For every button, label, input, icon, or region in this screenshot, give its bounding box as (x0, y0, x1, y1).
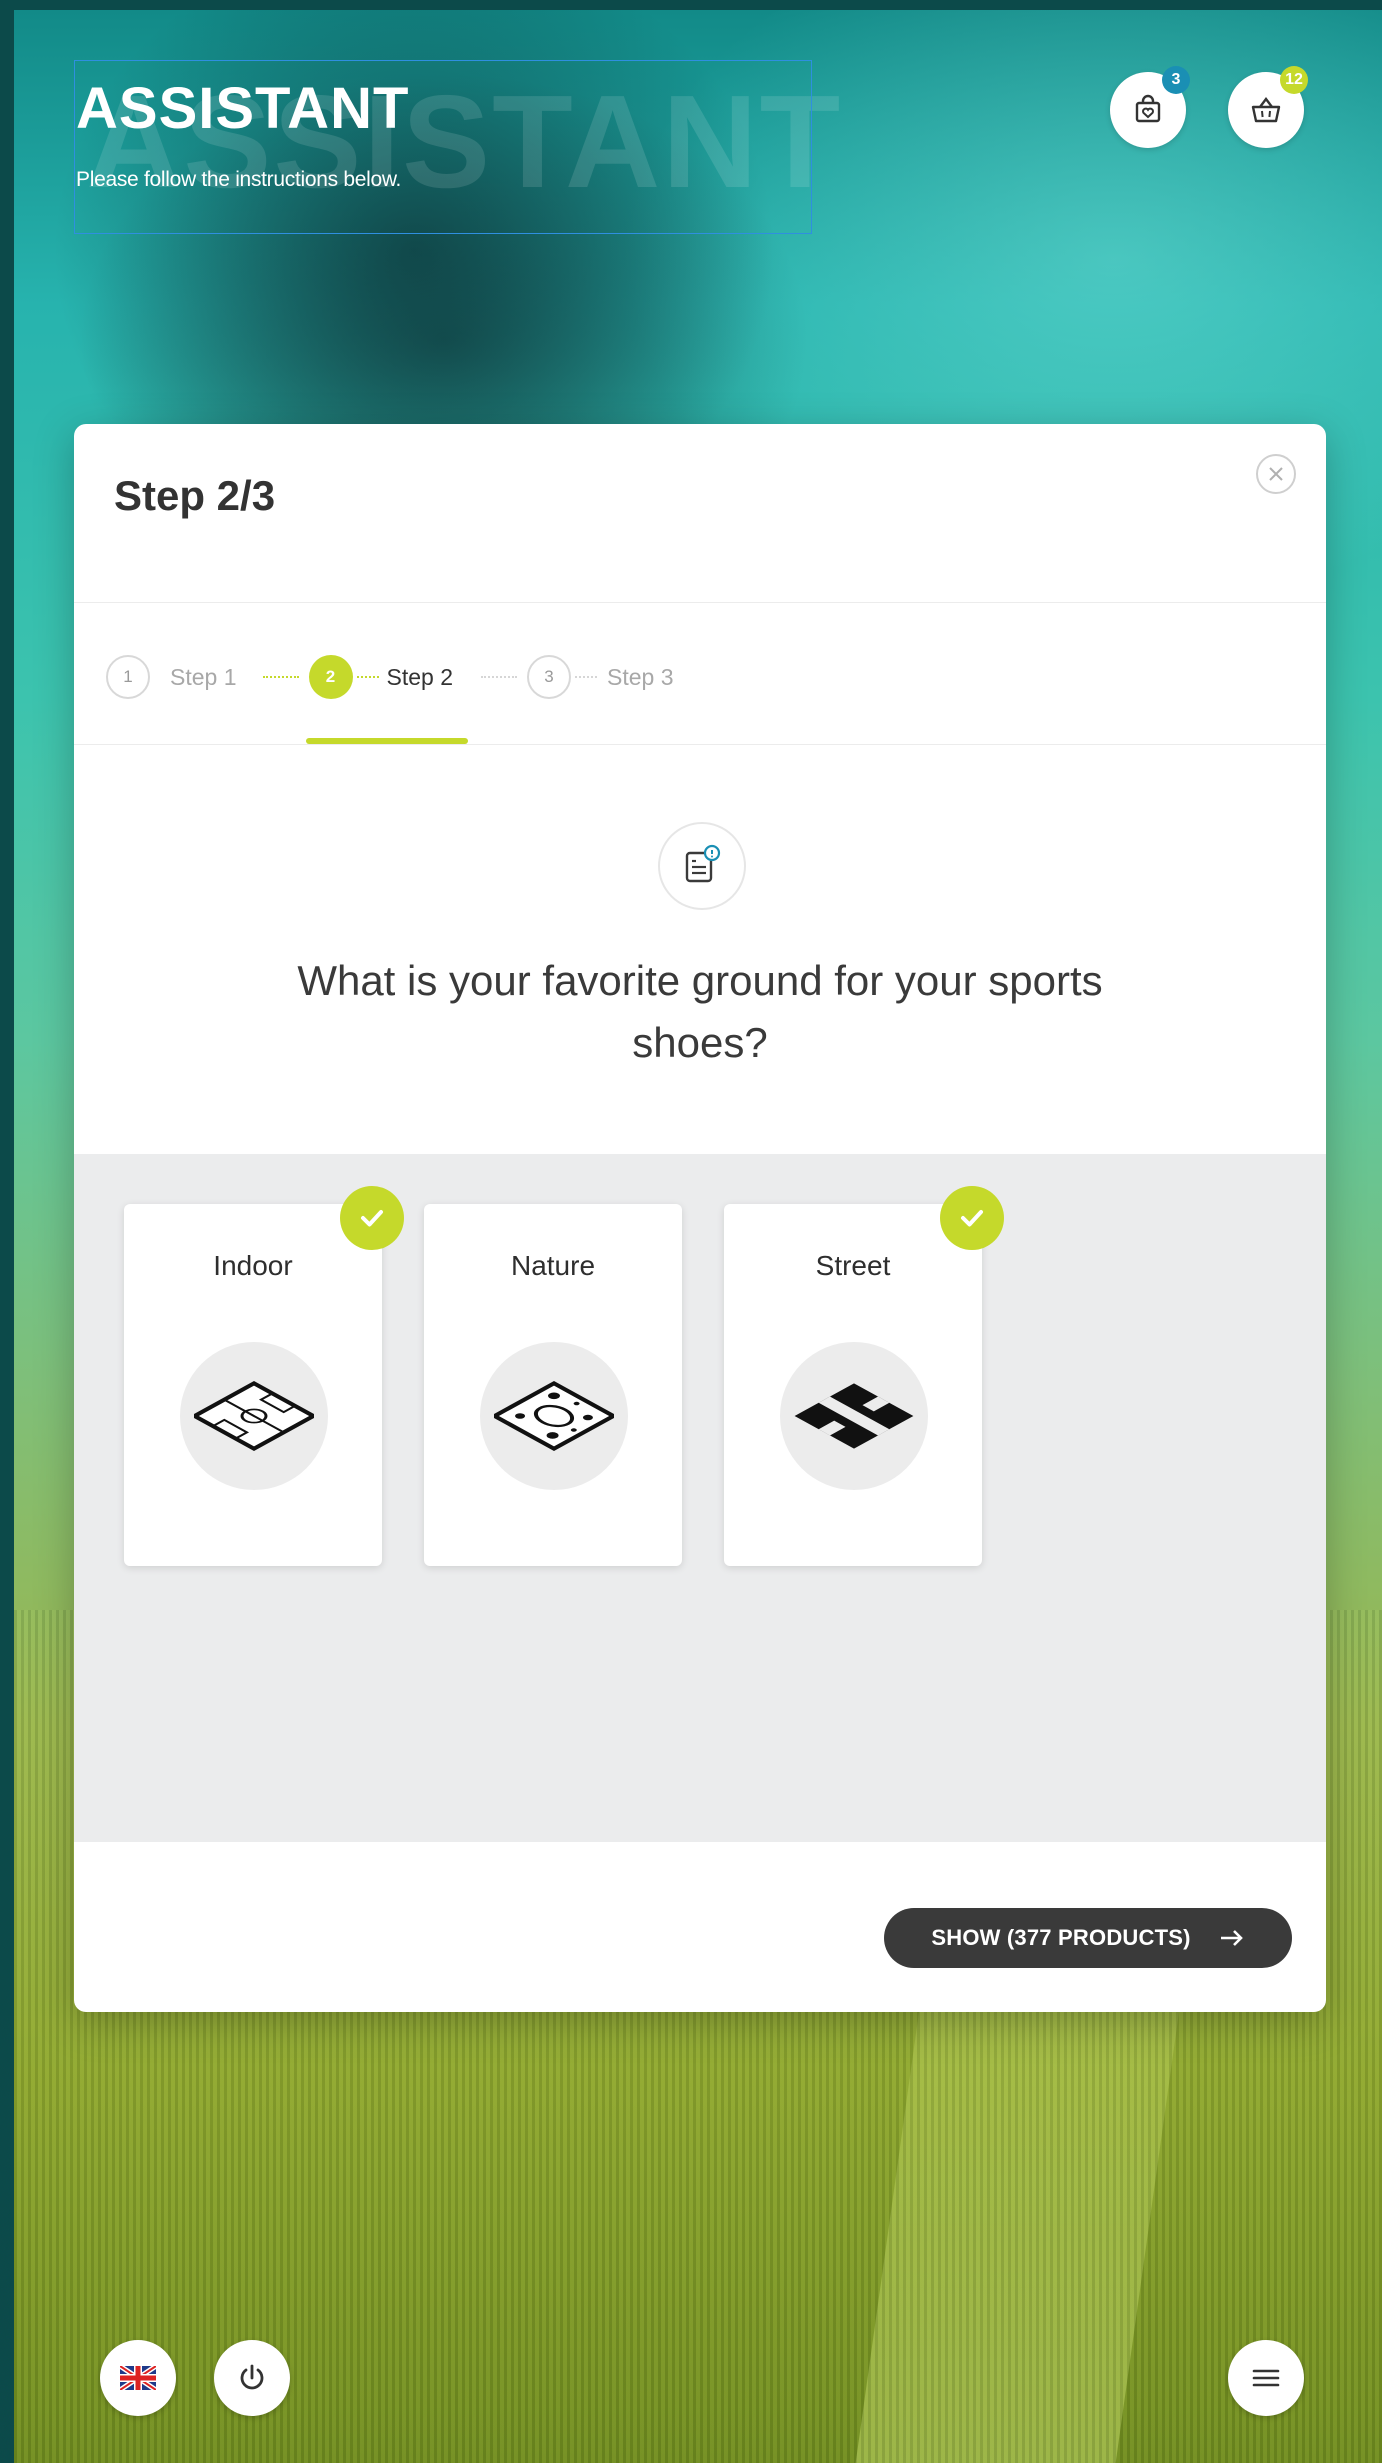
menu-icon (1252, 2369, 1280, 2387)
street-road-icon (794, 1383, 914, 1449)
step-item-2[interactable]: 2 Step 2 (308, 655, 454, 699)
basket-icon (1251, 97, 1281, 123)
option-image (480, 1342, 628, 1490)
show-products-label: SHOW (377 PRODUCTS) (931, 1925, 1191, 1950)
step-separator (575, 676, 597, 678)
indoor-court-icon (194, 1380, 314, 1452)
step-item-3[interactable]: 3 Step 3 (527, 655, 674, 699)
check-icon (361, 1210, 383, 1227)
selected-check-badge (340, 1186, 404, 1250)
option-label: Indoor (213, 1250, 293, 1281)
language-button[interactable] (100, 2340, 176, 2416)
option-card-street[interactable]: Street (724, 1186, 1004, 1566)
arrow-right-icon (1219, 1928, 1245, 1948)
wishlist-count-badge: 3 (1162, 66, 1190, 94)
cart-button[interactable]: 12 (1228, 66, 1308, 148)
step-separator (481, 676, 517, 678)
close-button[interactable] (1256, 454, 1296, 494)
steps-divider (74, 744, 1326, 745)
close-icon (1269, 467, 1283, 481)
question-icon-circle (658, 822, 746, 910)
option-image (180, 1342, 328, 1490)
cart-count-badge: 12 (1280, 66, 1308, 94)
bag-heart-icon (1135, 94, 1161, 123)
step-number: 2 (308, 655, 353, 699)
question-text: What is your favorite ground for your sp… (297, 957, 1103, 1066)
uk-flag-icon (120, 2366, 156, 2390)
option-card-indoor[interactable]: Indoor (124, 1186, 404, 1566)
step-separator (262, 676, 299, 678)
step-number: 3 (527, 655, 571, 699)
page-subtitle: Please follow the instructions below. (76, 168, 402, 191)
options-area: Indoor Nature Street (74, 1154, 1326, 1842)
step-label: Step 2 (386, 663, 454, 690)
checklist-icon (685, 844, 721, 883)
power-icon (240, 2364, 264, 2390)
option-label: Street (815, 1250, 891, 1281)
option-image (780, 1342, 928, 1490)
power-button[interactable] (214, 2340, 290, 2416)
wishlist-button[interactable]: 3 (1110, 66, 1190, 148)
page-title: ASSISTANT (76, 76, 410, 141)
selected-check-badge (940, 1186, 1004, 1250)
step-item-1[interactable]: 1 Step 1 (106, 655, 237, 699)
option-card-nature[interactable]: Nature (424, 1204, 682, 1566)
modal-header-divider (74, 602, 1326, 603)
step-label: Step 3 (607, 663, 674, 690)
step-label: Step 1 (170, 663, 237, 690)
assistant-modal: Step 2/3 1 Step 1 2 Step 2 3 Step 3 What… (74, 424, 1326, 2012)
check-icon (961, 1210, 983, 1227)
show-products-button[interactable]: SHOW (377 PRODUCTS) (884, 1908, 1292, 1968)
step-indicator: 1 Step 1 2 Step 2 3 Step 3 (106, 654, 674, 700)
option-label: Nature (510, 1250, 596, 1281)
nature-terrain-icon (494, 1380, 614, 1452)
menu-button[interactable] (1228, 2340, 1304, 2416)
step-separator (356, 676, 379, 678)
step-number: 1 (106, 655, 150, 699)
modal-title: Step 2/3 (114, 472, 276, 519)
